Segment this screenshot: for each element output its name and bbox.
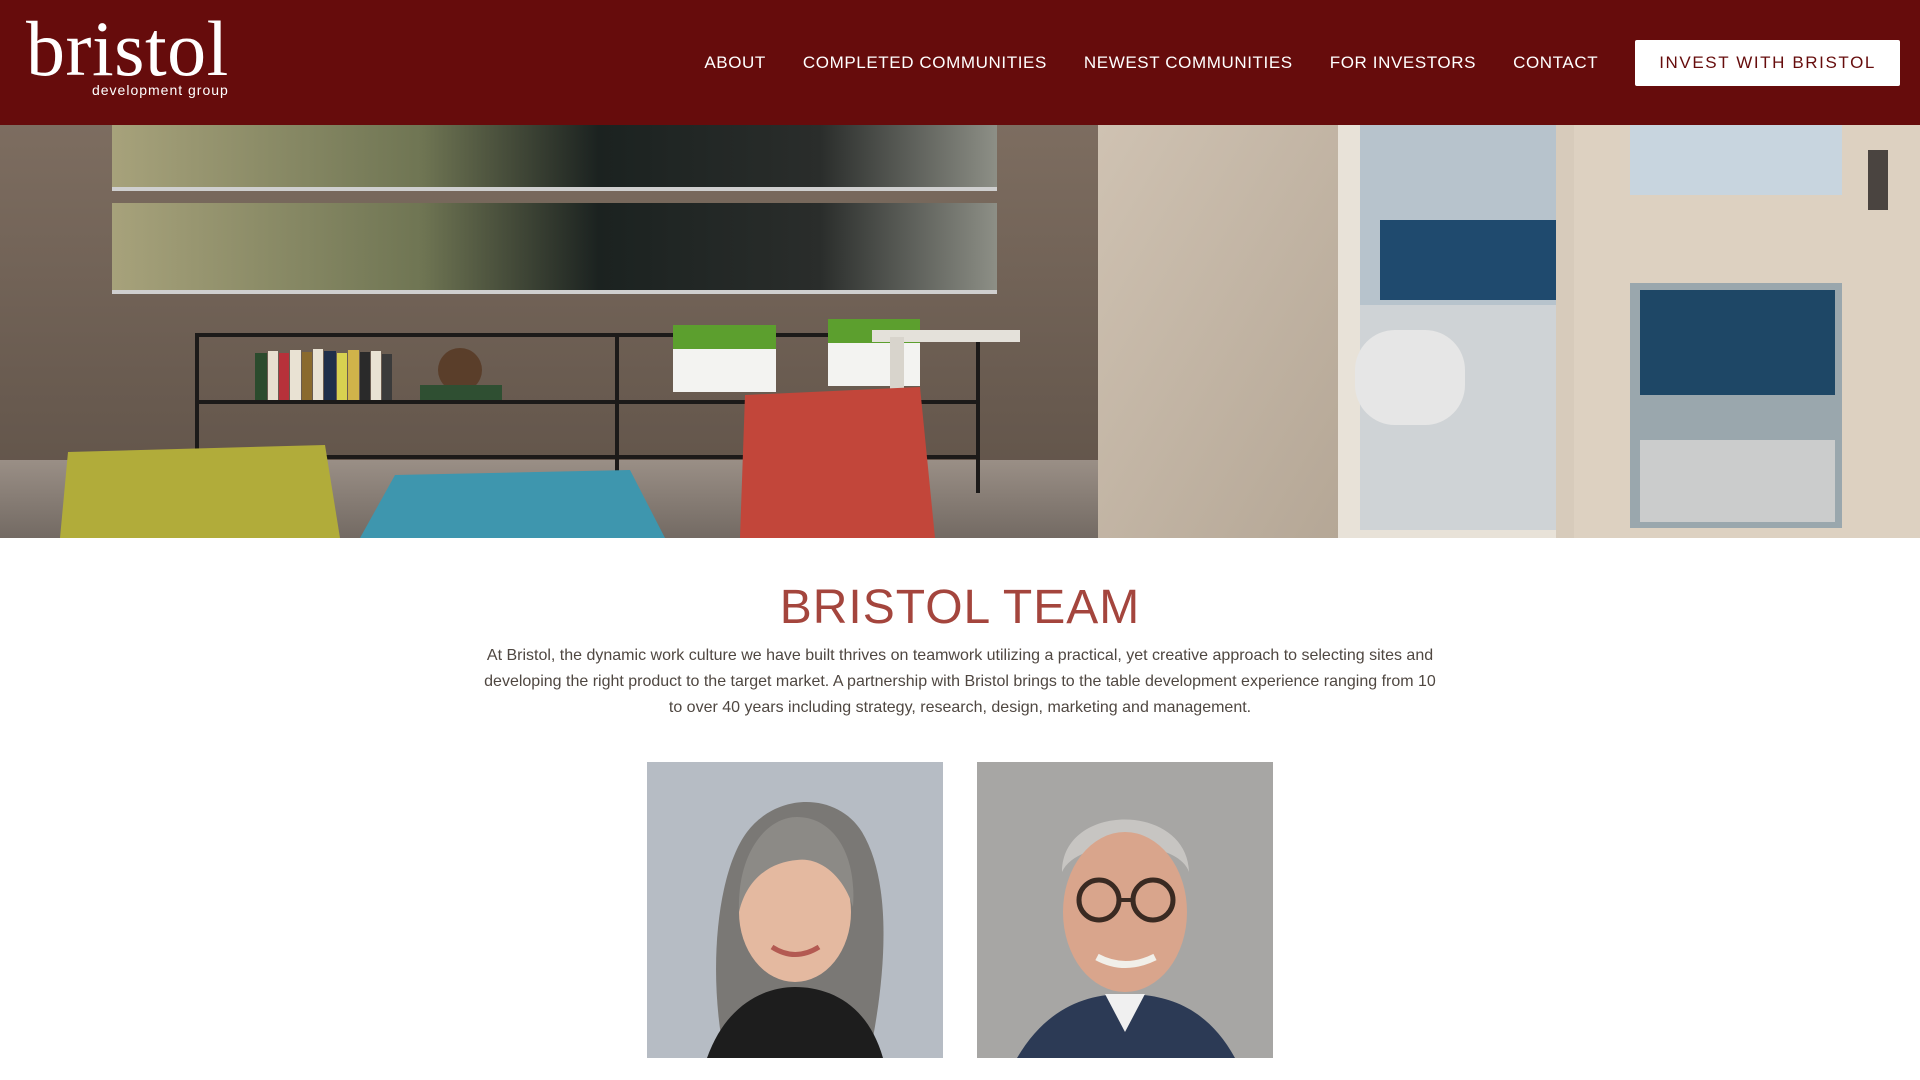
nav-completed-communities[interactable]: COMPLETED COMMUNITIES <box>803 53 1047 73</box>
nav-for-investors[interactable]: FOR INVESTORS <box>1330 53 1476 73</box>
team-member-photo[interactable] <box>647 762 943 1058</box>
team-member-card[interactable] <box>647 762 943 1058</box>
team-member-photo[interactable] <box>977 762 1273 1058</box>
intro-paragraph: At Bristol, the dynamic work culture we … <box>484 647 1436 716</box>
site-header: bristol development group ABOUT COMPLETE… <box>0 0 1920 125</box>
team-member-card[interactable] <box>977 762 1273 1058</box>
hero-image <box>0 125 1920 538</box>
invest-with-bristol-button[interactable]: INVEST WITH BRISTOL <box>1635 39 1900 86</box>
brand-name: bristol <box>26 5 229 92</box>
main-nav: ABOUT COMPLETED COMMUNITIES NEWEST COMMU… <box>704 0 1920 125</box>
nav-newest-communities[interactable]: NEWEST COMMUNITIES <box>1084 53 1293 73</box>
page-title: BRISTOL TEAM <box>779 581 1141 635</box>
nav-about[interactable]: ABOUT <box>704 53 766 73</box>
brand-logo[interactable]: bristol development group <box>26 5 229 99</box>
lounge-interior-image <box>0 125 1920 538</box>
nav-contact[interactable]: CONTACT <box>1513 53 1598 73</box>
team-grid <box>0 762 1920 1080</box>
